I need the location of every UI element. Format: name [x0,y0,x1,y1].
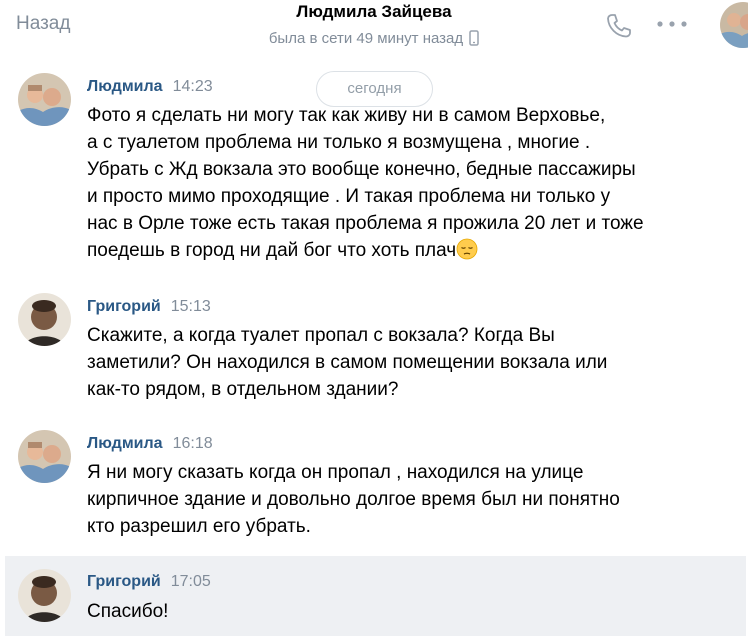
message-author[interactable]: Людмила 14:23 [87,78,213,96]
message-time: 16:18 [172,435,213,452]
chat-header: Назад Людмила Зайцева была в сети 49 мин… [0,0,748,56]
message-item: Людмила 14:23 Фото я сделать ни могу так … [0,70,748,270]
message-body: Фото я сделать ни могу так как живу ни в… [87,105,644,261]
author-name[interactable]: Людмила [87,78,163,95]
message-item: Людмила 16:18 Я ни могу сказать когда он … [0,427,748,547]
message-text: Скажите, а когда туалет пропал с вокзала… [87,325,608,400]
avatar[interactable] [18,430,71,483]
more-icon[interactable] [656,14,688,39]
avatar[interactable] [18,293,71,346]
author-name[interactable]: Григорий [87,573,161,590]
last-seen-status: была в сети 49 минут назад [0,30,748,50]
message-time: 17:05 [170,573,211,590]
message-text: Я ни могу сказать когда он пропал , нахо… [87,462,620,537]
message-author[interactable]: Григорий 15:13 [87,298,211,316]
message-item: Григорий 15:13 Скажите, а когда туалет пр… [0,290,748,410]
call-icon[interactable] [604,11,632,44]
message-author[interactable]: Григорий 17:05 [87,573,211,591]
message-text: Фото я сделать ни могу так как живу ни в… [87,102,687,268]
message-author[interactable]: Людмила 16:18 [87,435,213,453]
message-text: Спасибо! [87,601,169,622]
last-seen-text: была в сети 49 минут назад [268,30,464,47]
pensive-face-icon [456,238,478,268]
author-name[interactable]: Людмила [87,435,163,452]
avatar[interactable] [18,73,71,126]
chat-title[interactable]: Людмила Зайцева [0,2,748,22]
message-time: 14:23 [172,78,213,95]
avatar[interactable] [18,569,71,622]
mobile-icon [469,30,479,50]
message-time: 15:13 [170,298,211,315]
author-name[interactable]: Григорий [87,298,161,315]
message-item-highlighted: Григорий 17:05 Спасибо! [5,556,746,636]
